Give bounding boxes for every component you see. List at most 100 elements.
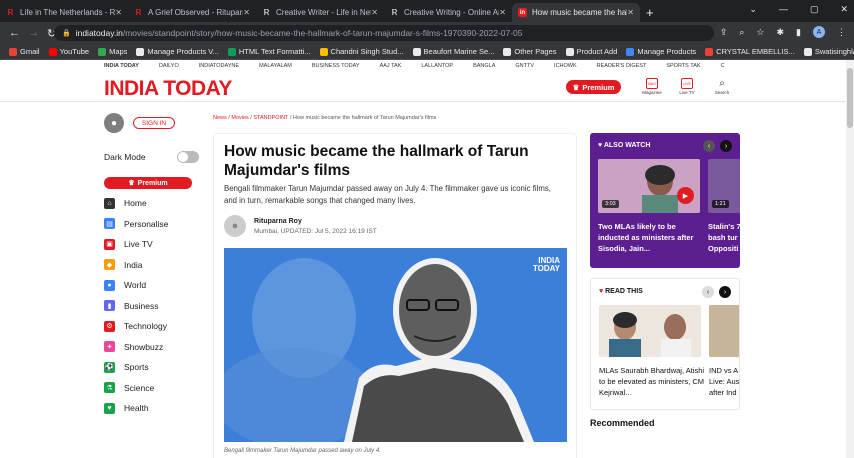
profile-avatar[interactable]: A: [813, 26, 825, 38]
menu-kebab-icon[interactable]: ⋮: [837, 27, 846, 38]
story-caption[interactable]: IND vs A Live: Aus after Ind: [709, 365, 739, 398]
sidebar-premium-button[interactable]: ♛ Premium: [104, 177, 192, 189]
sports-icon: ⚽: [104, 361, 115, 373]
network-nav-link[interactable]: BANGLA: [473, 63, 495, 69]
chevron-down-icon[interactable]: ⌄: [749, 4, 757, 15]
story-caption[interactable]: MLAs Saurabh Bhardwaj, Atishi to be elev…: [599, 365, 705, 398]
video-thumbnail[interactable]: 3:03 ▶: [598, 159, 700, 213]
chevron-right-icon[interactable]: ›: [719, 286, 731, 298]
bookmark-item[interactable]: YouTube: [48, 47, 89, 56]
close-icon[interactable]: ✕: [371, 8, 378, 17]
bookmark-item[interactable]: Beaufort Marine Se...: [412, 47, 494, 56]
chevron-left-icon[interactable]: ‹: [703, 140, 715, 152]
sidepanel-icon[interactable]: ▮: [796, 27, 801, 38]
browser-tab[interactable]: R Creative Writing - Online Articles ✕: [384, 3, 512, 22]
network-nav-link[interactable]: INDIATODAYNE: [199, 63, 239, 69]
bookmark-favicon-icon: [803, 47, 812, 56]
user-avatar-icon[interactable]: ●: [104, 113, 124, 133]
business-icon: ▮: [104, 300, 115, 312]
network-nav-link[interactable]: LALLANTOP: [421, 63, 453, 69]
close-window-icon[interactable]: ✕: [840, 4, 848, 15]
browser-tab[interactable]: R Life in The Netherlands - Rituparna ✕: [0, 3, 128, 22]
story-thumbnail[interactable]: [599, 305, 701, 357]
browser-tab[interactable]: R Creative Writer - Life in Netherlands …: [256, 3, 384, 22]
zoom-icon[interactable]: ⌕: [739, 27, 744, 38]
close-icon[interactable]: ✕: [627, 8, 634, 17]
sidebar-item-home[interactable]: ⌂ Home: [104, 193, 199, 214]
network-nav-link[interactable]: INDIA TODAY: [104, 63, 139, 69]
bookmark-item[interactable]: Product Add: [565, 47, 617, 56]
network-nav-link[interactable]: MALAYALAM: [259, 63, 292, 69]
network-nav-link[interactable]: C: [721, 63, 725, 69]
chevron-right-icon[interactable]: ›: [720, 140, 732, 152]
video-caption[interactable]: Stalin's 7 bash tur Oppositi: [708, 221, 740, 254]
network-nav-link[interactable]: ICHOWK: [554, 63, 577, 69]
bookmark-label: Manage Products V...: [147, 47, 219, 56]
sidebar-item-health[interactable]: ♥ Health: [104, 398, 199, 419]
bookmark-item[interactable]: Manage Products V...: [136, 47, 219, 56]
network-nav-link[interactable]: READER'S DIGEST: [597, 63, 647, 69]
play-icon[interactable]: ▶: [677, 187, 694, 204]
breadcrumb-standpoint[interactable]: STANDPOINT: [253, 115, 288, 121]
network-nav-link[interactable]: BUSINESS TODAY: [312, 63, 360, 69]
video-caption[interactable]: Two MLAs likely to be inducted as minist…: [598, 221, 700, 254]
india-today-logo[interactable]: INDIA TODAY: [104, 77, 232, 101]
sidebar-item-live-tv[interactable]: ▣ Live TV: [104, 234, 199, 255]
close-icon[interactable]: ✕: [115, 8, 122, 17]
sidebar-item-world[interactable]: ● World: [104, 275, 199, 296]
bookmark-item[interactable]: Other Pages: [503, 47, 557, 56]
close-icon[interactable]: ✕: [243, 8, 250, 17]
network-nav-link[interactable]: AAJ TAK: [380, 63, 402, 69]
breadcrumb-movies[interactable]: Movies: [231, 115, 248, 121]
signin-button[interactable]: SIGN IN: [133, 117, 175, 129]
left-sidebar: ● SIGN IN Dark Mode ♛ Premium ⌂ Home ▤ Perso…: [104, 112, 199, 419]
sidebar-item-technology[interactable]: ⚙ Technology: [104, 316, 199, 337]
network-nav-link[interactable]: GNTTV: [515, 63, 534, 69]
magazine-link[interactable]: MAG Magazine: [640, 78, 664, 95]
back-icon[interactable]: ←: [9, 27, 20, 39]
new-tab-button[interactable]: +: [646, 5, 654, 20]
bookmark-item[interactable]: HTML Text Formatti...: [227, 47, 311, 56]
bookmark-star-icon[interactable]: ☆: [756, 27, 764, 38]
bookmark-item[interactable]: Gmail: [9, 47, 40, 56]
premium-button[interactable]: ♛ Premium: [566, 80, 621, 94]
author-name[interactable]: Rituparna Roy: [254, 218, 377, 225]
bookmark-item[interactable]: Swatisinghlabel.com: [803, 47, 854, 56]
sidebar-item-business[interactable]: ▮ Business: [104, 296, 199, 317]
page-scrollbar[interactable]: [846, 60, 854, 458]
breadcrumb-news[interactable]: News: [213, 115, 227, 121]
video-thumbnail[interactable]: 1:21: [708, 159, 740, 213]
sidebar-item-science[interactable]: ⚗ Science: [104, 378, 199, 399]
url-field[interactable]: 🔒 indiatoday.in/movies/standpoint/story/…: [54, 25, 714, 41]
browser-tab-active[interactable]: in How music became the hallmark ✕: [512, 3, 640, 22]
search-link[interactable]: ⌕ Search: [710, 78, 734, 95]
india-today-watermark-logo: INDIA TODAY: [533, 257, 560, 273]
share-icon[interactable]: ⇪: [720, 27, 728, 38]
story-thumb-art: [599, 305, 701, 357]
bookmark-item[interactable]: CRYSTAL EMBELLIS...: [705, 47, 795, 56]
chevron-left-icon[interactable]: ‹: [702, 286, 714, 298]
sidebar-item-india[interactable]: ◆ India: [104, 255, 199, 276]
sidebar-item-showbuzz[interactable]: ✦ Showbuzz: [104, 337, 199, 358]
image-caption: Bengali filmmaker Tarun Majumdar passed …: [224, 448, 381, 454]
network-nav-link[interactable]: SPORTS TAK: [666, 63, 700, 69]
scrollbar-thumb[interactable]: [847, 68, 853, 128]
bookmark-item[interactable]: Chandni Singh Stud...: [319, 47, 404, 56]
sidebar-item-sports[interactable]: ⚽ Sports: [104, 357, 199, 378]
forward-icon[interactable]: →: [28, 27, 39, 39]
showbuzz-icon: ✦: [104, 341, 115, 353]
live-tv-link[interactable]: LIVE Live TV: [675, 78, 699, 95]
bookmark-item[interactable]: Manage Products: [626, 47, 696, 56]
dark-mode-toggle[interactable]: [177, 151, 199, 163]
minimize-icon[interactable]: —: [779, 4, 788, 15]
close-icon[interactable]: ✕: [499, 8, 506, 17]
extensions-icon[interactable]: ✱: [777, 27, 785, 38]
bookmark-item[interactable]: Maps: [98, 47, 127, 56]
carousel-arrows: ‹ ›: [703, 140, 732, 152]
browser-tab[interactable]: R A Grief Observed - Rituparna Roy ✕: [128, 3, 256, 22]
network-nav-link[interactable]: DAILYO: [159, 63, 179, 69]
maximize-icon[interactable]: ▢: [810, 4, 819, 15]
story-thumbnail[interactable]: [709, 305, 739, 357]
sidebar-item-personalise[interactable]: ▤ Personalise: [104, 214, 199, 235]
breadcrumb-current: How music became the hallmark of Tarun M…: [292, 115, 437, 121]
